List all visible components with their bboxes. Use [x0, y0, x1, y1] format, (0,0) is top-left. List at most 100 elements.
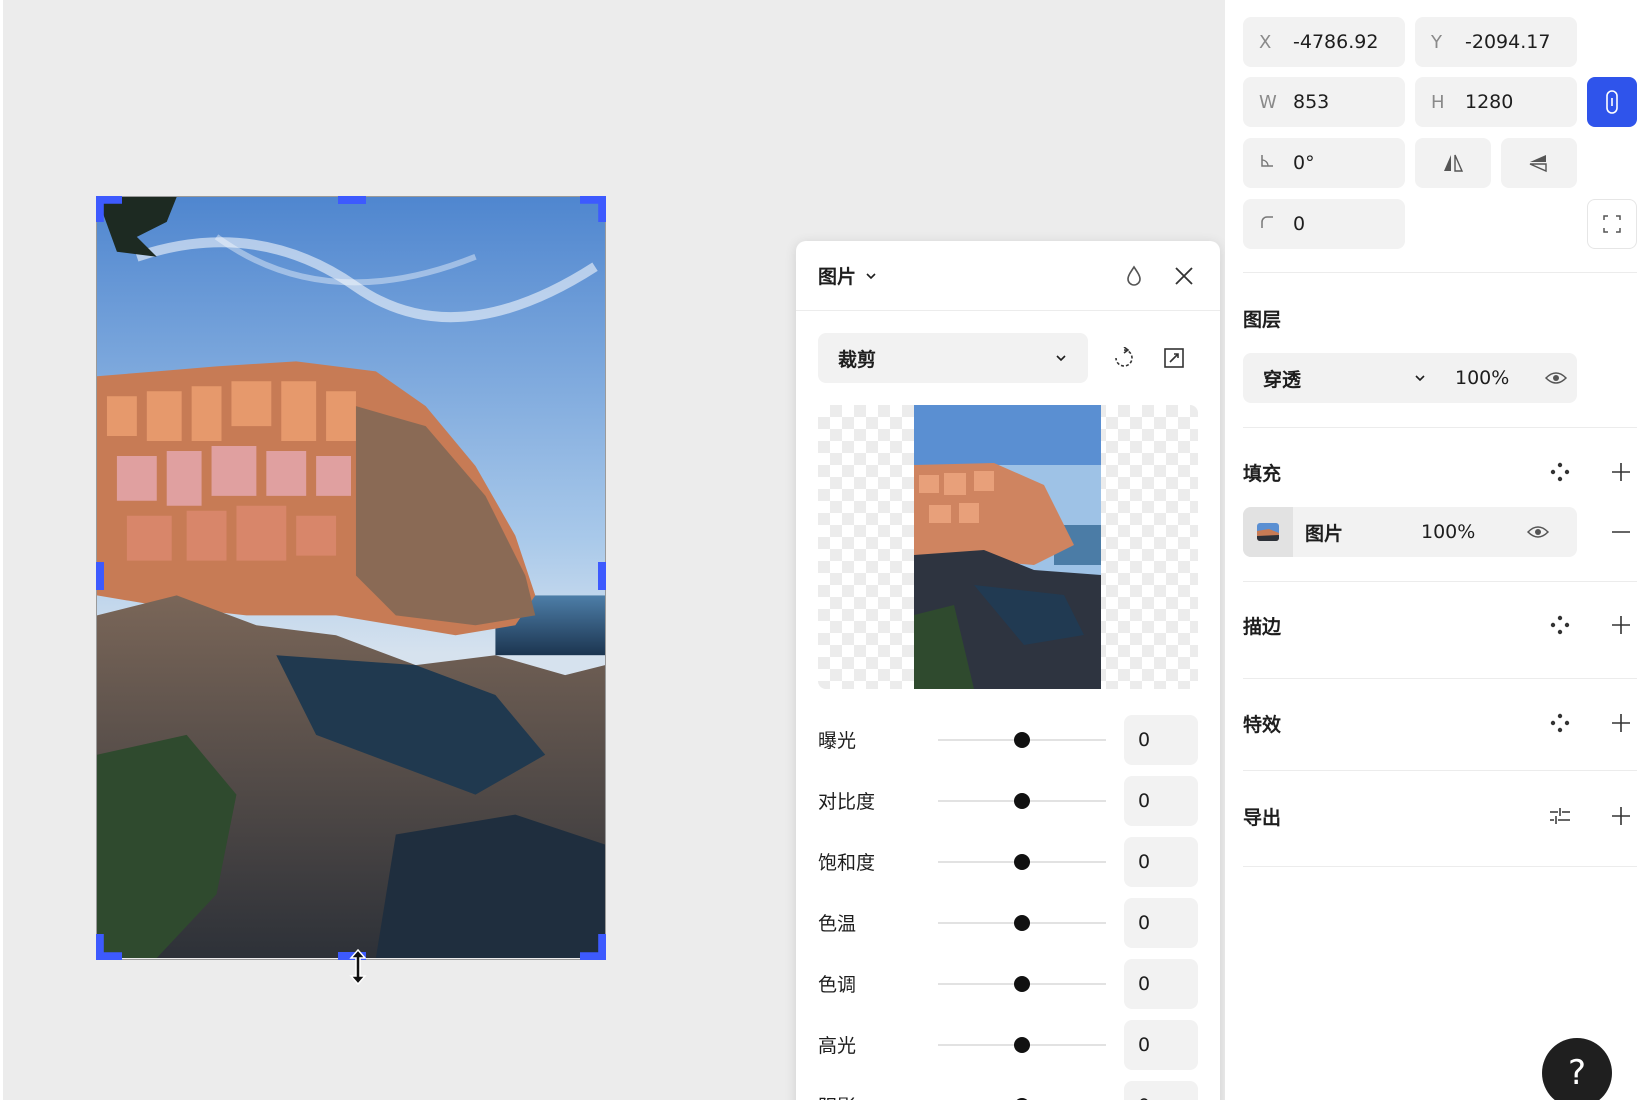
adjust-label: 阴影	[818, 1092, 938, 1100]
adjust-label: 曝光	[818, 730, 857, 752]
adjust-row-tint: 色调 0	[818, 953, 1198, 1014]
selected-image-frame[interactable]	[96, 196, 606, 960]
layer-opacity-input[interactable]: 100%	[1455, 367, 1545, 389]
divider	[1243, 770, 1637, 771]
styles-icon[interactable]	[1548, 613, 1572, 637]
manarola-photo[interactable]	[97, 197, 605, 958]
chevron-down-icon[interactable]	[864, 269, 878, 283]
fill-opacity-input[interactable]: 100%	[1421, 521, 1527, 543]
layer-section-title: 图层	[1243, 309, 1282, 331]
slider-knob[interactable]	[1014, 853, 1030, 870]
close-icon[interactable]	[1170, 262, 1198, 290]
styles-icon[interactable]	[1548, 711, 1572, 735]
fill-item-label: 图片	[1305, 522, 1344, 545]
tint-value-input[interactable]: 0	[1124, 958, 1198, 1009]
adjust-label: 对比度	[818, 791, 876, 813]
adjustment-list: 曝光 0 对比度 0 饱和度 0 色温 0 色调 0 高光 0	[818, 709, 1198, 1100]
styles-icon[interactable]	[1548, 460, 1572, 484]
constrain-proportions-button[interactable]	[1587, 77, 1637, 127]
add-stroke-icon[interactable]	[1609, 613, 1633, 637]
remove-fill-icon[interactable]	[1609, 520, 1633, 544]
slider-knob[interactable]	[1014, 975, 1030, 992]
temperature-slider[interactable]	[938, 913, 1106, 933]
crop-mode-label: 裁剪	[838, 348, 877, 371]
adjust-row-exposure: 曝光 0	[818, 709, 1198, 770]
export-settings-icon[interactable]	[1548, 804, 1572, 828]
link-icon	[1606, 90, 1618, 114]
temperature-value-input[interactable]: 0	[1124, 897, 1198, 948]
preview-photo	[914, 405, 1101, 689]
add-fill-icon[interactable]	[1609, 460, 1633, 484]
h-value: 1280	[1465, 91, 1514, 113]
flip-vertical-icon	[1529, 155, 1547, 173]
stroke-section-title: 描边	[1243, 616, 1282, 638]
eye-icon[interactable]	[1527, 524, 1549, 540]
angle-icon	[1259, 153, 1293, 174]
slider-knob[interactable]	[1014, 792, 1030, 809]
adjust-label: 高光	[818, 1035, 857, 1057]
eye-icon[interactable]	[1545, 370, 1567, 386]
independent-corners-button[interactable]	[1587, 199, 1637, 249]
y-value: -2094.17	[1465, 31, 1551, 53]
exposure-value-input[interactable]: 0	[1124, 714, 1198, 765]
adjust-row-temperature: 色温 0	[818, 892, 1198, 953]
corner-radius-value: 0	[1293, 213, 1306, 235]
vertical-resize-cursor-icon	[349, 948, 367, 986]
adjust-row-shadows: 阴影 0	[818, 1075, 1198, 1100]
flip-horizontal-icon	[1444, 154, 1464, 172]
flip-vertical-button[interactable]	[1501, 138, 1577, 188]
flip-horizontal-button[interactable]	[1415, 138, 1491, 188]
image-preview	[818, 405, 1198, 689]
fit-frame-icon[interactable]	[1160, 344, 1188, 372]
height-field[interactable]: H 1280	[1415, 77, 1577, 127]
adjust-label: 饱和度	[818, 852, 876, 874]
crop-row: 裁剪	[818, 333, 1198, 383]
fill-thumbnail[interactable]	[1243, 507, 1293, 557]
add-export-icon[interactable]	[1609, 804, 1633, 828]
add-effect-icon[interactable]	[1609, 711, 1633, 735]
contrast-value-input[interactable]: 0	[1124, 775, 1198, 826]
blend-mode-select[interactable]: 穿透 100%	[1243, 353, 1577, 403]
crop-mode-select[interactable]: 裁剪	[818, 333, 1088, 383]
corner-radius-field[interactable]: 0	[1243, 199, 1405, 249]
slider-knob[interactable]	[1014, 914, 1030, 931]
divider	[1243, 427, 1637, 428]
chevron-down-icon	[1056, 355, 1066, 362]
tint-slider[interactable]	[938, 974, 1106, 994]
chevron-down-icon	[1415, 375, 1425, 382]
saturation-value-input[interactable]: 0	[1124, 836, 1198, 887]
rotation-field[interactable]: 0°	[1243, 138, 1405, 188]
divider	[1243, 272, 1637, 273]
y-label: Y	[1431, 31, 1442, 53]
shadows-slider[interactable]	[938, 1096, 1106, 1100]
rotation-value: 0°	[1293, 152, 1315, 174]
divider	[1243, 678, 1637, 679]
saturation-slider[interactable]	[938, 852, 1106, 872]
slider-knob[interactable]	[1014, 1036, 1030, 1053]
resize-handle-top[interactable]	[338, 196, 366, 204]
image-adjust-popover: 图片 裁剪 曝光 0 对比度 0 饱和度 0 色温 0 色调 0 高光 0	[796, 241, 1220, 1100]
highlights-slider[interactable]	[938, 1035, 1106, 1055]
x-position-field[interactable]: X -4786.92	[1243, 17, 1405, 67]
contrast-slider[interactable]	[938, 791, 1106, 811]
x-label: X	[1259, 31, 1272, 53]
fill-item-image[interactable]: 图片 100%	[1243, 507, 1577, 557]
export-section-title: 导出	[1243, 807, 1282, 829]
w-label: W	[1259, 91, 1277, 113]
resize-handle-right[interactable]	[598, 562, 606, 590]
slider-knob[interactable]	[1014, 731, 1030, 748]
help-button[interactable]: ?	[1542, 1038, 1612, 1100]
popover-title[interactable]: 图片	[818, 262, 856, 289]
adjust-row-contrast: 对比度 0	[818, 770, 1198, 831]
rotate-icon[interactable]	[1110, 344, 1138, 372]
w-value: 853	[1293, 91, 1330, 113]
width-field[interactable]: W 853	[1243, 77, 1405, 127]
y-position-field[interactable]: Y -2094.17	[1415, 17, 1577, 67]
resize-handle-left[interactable]	[96, 562, 104, 590]
shadows-value-input[interactable]: 0	[1124, 1080, 1198, 1100]
adjust-row-saturation: 饱和度 0	[818, 831, 1198, 892]
highlights-value-input[interactable]: 0	[1124, 1019, 1198, 1070]
divider	[1243, 581, 1637, 582]
exposure-slider[interactable]	[938, 730, 1106, 750]
drop-icon[interactable]	[1120, 262, 1148, 290]
